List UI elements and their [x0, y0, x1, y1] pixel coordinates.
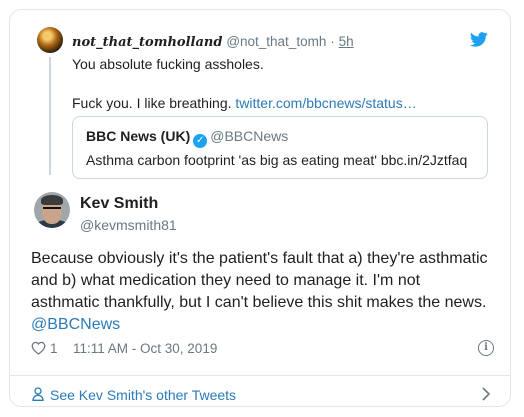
- chevron-right-icon[interactable]: [482, 387, 490, 401]
- heart-icon[interactable]: [31, 341, 46, 355]
- avatar-hair: [41, 195, 63, 205]
- parent-link[interactable]: twitter.com/bbcnews/status…: [235, 95, 416, 111]
- parent-text-line2-body: Fuck you. I like breathing.: [72, 95, 232, 111]
- tweet-text: Because obviously it's the patient's fau…: [31, 248, 501, 336]
- mention-link[interactable]: @BBCNews: [31, 314, 501, 336]
- quoted-handle: @BBCNews: [210, 128, 289, 144]
- thread-line: [49, 57, 51, 175]
- parent-text-line2: Fuck you. I like breathing. twitter.com/…: [72, 94, 417, 112]
- separator-dot: ·: [330, 34, 335, 49]
- quoted-text: Asthma carbon footprint 'as big as eatin…: [86, 152, 468, 168]
- parent-display-name[interactable]: not_that_tomholland: [72, 35, 222, 50]
- quoted-header: BBC News (UK) ✓ @BBCNews: [86, 128, 288, 148]
- tweet-text-line: asthmatic thankfully, but I can't believ…: [31, 294, 487, 311]
- verified-badge-icon: ✓: [193, 134, 208, 148]
- parent-handle[interactable]: @not_that_tomh: [226, 34, 326, 49]
- person-icon: [32, 387, 44, 401]
- twitter-bird-icon[interactable]: [470, 32, 488, 47]
- quoted-tweet[interactable]: BBC News (UK) ✓ @BBCNews Asthma carbon foo…: [72, 116, 488, 179]
- parent-tweet[interactable]: not_that_tomholland @not_that_tomh · 5h …: [10, 10, 510, 180]
- timestamp[interactable]: 11:11 AM - Oct 30, 2019: [73, 341, 217, 356]
- author-handle[interactable]: @kevmsmith81: [80, 217, 177, 233]
- parent-text-line1: You absolute fucking assholes.: [72, 56, 264, 72]
- author-name[interactable]: Kev Smith: [80, 195, 158, 213]
- parent-time[interactable]: 5h: [339, 34, 354, 49]
- avatar[interactable]: [34, 192, 70, 228]
- quoted-name: BBC News (UK): [86, 128, 191, 144]
- tweet-text-line: Because obviously it's the patient's fau…: [31, 250, 488, 267]
- info-icon[interactable]: i: [478, 340, 494, 356]
- parent-avatar[interactable]: [37, 27, 63, 53]
- see-other-tweets-link[interactable]: See Kev Smith's other Tweets: [10, 376, 510, 408]
- like-count[interactable]: 1: [50, 341, 58, 356]
- parent-header: not_that_tomholland @not_that_tomh · 5h: [72, 32, 354, 52]
- embedded-tweet-card: not_that_tomholland @not_that_tomh · 5h …: [9, 9, 511, 407]
- see-other-tweets-label[interactable]: See Kev Smith's other Tweets: [50, 387, 236, 403]
- tweet-text-line: and b) what medication they need to mana…: [31, 272, 421, 289]
- avatar-glasses: [43, 207, 61, 214]
